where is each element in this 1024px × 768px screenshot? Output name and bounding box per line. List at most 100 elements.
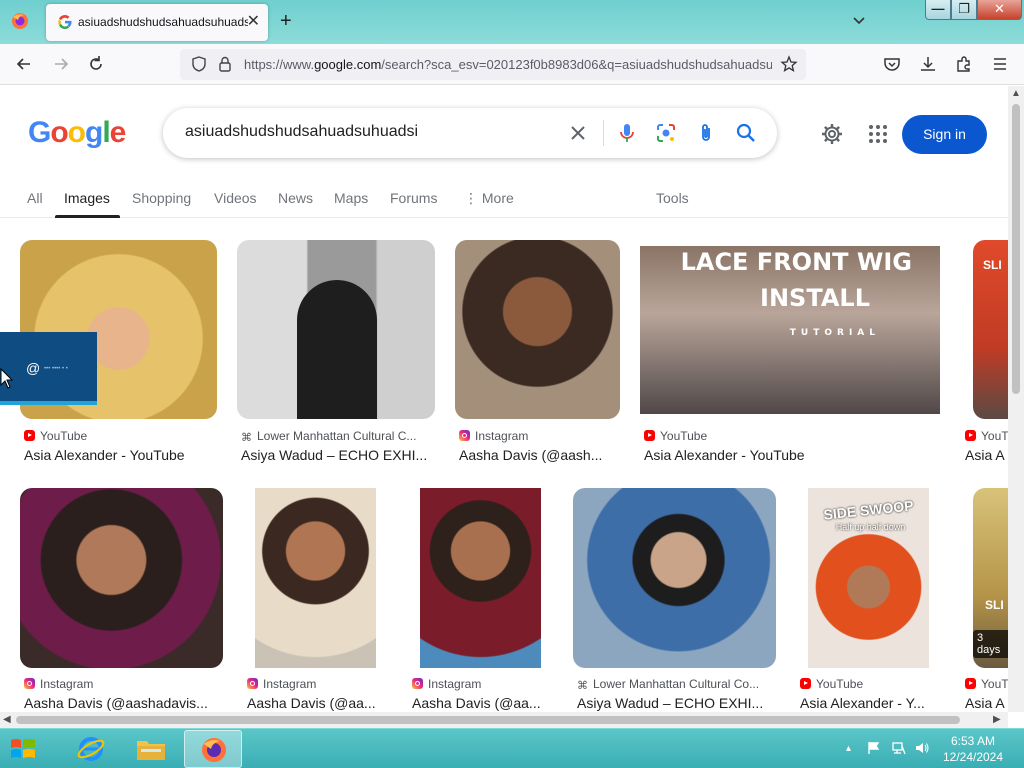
new-tab-button[interactable]: + [280, 10, 292, 32]
result-title[interactable]: Aasha Davis (@aa... [247, 695, 387, 711]
forward-arrow-icon[interactable] [51, 54, 71, 74]
result-title[interactable]: Asia Alexander - Y... [800, 695, 940, 711]
result-source[interactable]: Instagram [459, 429, 619, 443]
sign-in-button[interactable]: Sign in [902, 115, 987, 154]
result-thumbnail[interactable] [420, 488, 541, 668]
list-all-tabs-icon[interactable] [851, 12, 867, 28]
horizontal-scroll-thumb[interactable] [16, 716, 960, 724]
tab-all[interactable]: All [27, 190, 43, 206]
tools-button[interactable]: Tools [656, 190, 689, 206]
result-source[interactable]: ⌘ Lower Manhattan Cultural Co... [577, 677, 773, 691]
result-title[interactable]: Asia A [965, 695, 1008, 711]
google-apps-grid-icon[interactable] [866, 122, 890, 146]
result-source[interactable]: Instagram [412, 677, 552, 691]
settings-gear-icon[interactable] [820, 122, 844, 146]
action-center-flag-icon[interactable] [867, 741, 881, 755]
tracking-shield-icon[interactable] [190, 55, 208, 73]
result-title[interactable]: Asiya Wadud – ECHO EXHI... [577, 695, 773, 711]
taskbar-file-explorer[interactable] [122, 730, 180, 768]
tab-news[interactable]: News [278, 190, 313, 206]
window-minimize-button[interactable]: — [925, 0, 951, 20]
result-source[interactable]: ⌘ Lower Manhattan Cultural C... [241, 429, 435, 443]
network-icon[interactable] [892, 741, 906, 755]
result-title[interactable]: Asia Alexander - YouTube [24, 447, 217, 463]
tab-maps[interactable]: Maps [334, 190, 368, 206]
tab-forums[interactable]: Forums [390, 190, 437, 206]
result-title[interactable]: Asiya Wadud – ECHO EXHI... [241, 447, 435, 463]
browser-tab-active[interactable]: asiuadshudshudsahuadsuhuadsi - Google Se… [46, 4, 268, 41]
tab-more[interactable]: ⋮ More [464, 190, 514, 207]
result-title[interactable]: Aasha Davis (@aa... [412, 695, 552, 711]
windows-taskbar: ▴ 6:53 AM 12/24/2024 [0, 728, 1024, 768]
result-title[interactable]: Asia Alexander - YouTube [644, 447, 934, 463]
result-source[interactable]: YouTube [24, 429, 214, 443]
result-source[interactable]: Instagram [247, 677, 387, 691]
show-hidden-icons-icon[interactable]: ▴ [846, 743, 851, 755]
thumbnail-caption: Half up half down [835, 522, 906, 532]
source-name: Lower Manhattan Cultural Co... [593, 677, 760, 691]
address-bar[interactable]: https://www.google.com/search?sca_esv=02… [180, 49, 806, 80]
taskbar-firefox[interactable] [184, 730, 242, 768]
result-thumbnail[interactable] [455, 240, 620, 419]
horizontal-scrollbar[interactable]: ◀ ▶ [0, 712, 1008, 728]
result-thumbnail[interactable] [573, 488, 776, 668]
attach-file-icon[interactable] [694, 121, 718, 145]
result-source[interactable]: YouTube [800, 677, 940, 691]
tab-videos[interactable]: Videos [214, 190, 257, 206]
active-tab-indicator [55, 215, 120, 218]
result-source[interactable]: YouT [965, 677, 1008, 691]
scroll-up-arrow-icon[interactable]: ▲ [1011, 88, 1021, 100]
result-title[interactable]: Asia A [965, 447, 1008, 463]
vertical-scrollbar[interactable]: ▲ [1008, 86, 1024, 712]
clear-search-icon[interactable] [566, 121, 590, 145]
result-source[interactable]: YouT [965, 429, 1008, 443]
maximize-icon: ❐ [958, 1, 970, 16]
window-close-button[interactable]: ✕ [977, 0, 1022, 20]
result-source[interactable]: Instagram [24, 677, 220, 691]
search-divider [603, 120, 604, 146]
start-button-icon[interactable] [8, 734, 38, 764]
result-source[interactable]: YouTube [644, 429, 934, 443]
result-thumbnail[interactable]: SLI [973, 240, 1008, 419]
result-thumbnail[interactable] [237, 240, 435, 419]
firefox-view-icon[interactable] [10, 11, 30, 31]
downloads-icon[interactable] [918, 54, 938, 74]
result-title[interactable]: Aasha Davis (@aashadavis... [24, 695, 220, 711]
back-arrow-icon[interactable] [14, 54, 34, 74]
photo-subject [297, 280, 377, 419]
window-maximize-button[interactable]: ❐ [951, 0, 977, 20]
system-clock[interactable]: 6:53 AM 12/24/2024 [938, 733, 1008, 765]
url-path: /search?sca_esv=020123f0b8983d06&q=asiua… [381, 57, 772, 72]
scroll-right-arrow-icon[interactable]: ▶ [993, 714, 1001, 726]
tab-images[interactable]: Images [64, 190, 110, 206]
pocket-icon[interactable] [882, 54, 902, 74]
vertical-scroll-thumb[interactable] [1012, 104, 1020, 394]
clock-time: 6:53 AM [950, 734, 996, 748]
result-thumbnail[interactable] [20, 488, 223, 668]
result-thumbnail[interactable]: SLI 3 days [973, 488, 1008, 668]
result-thumbnail[interactable]: LACE FRONT WIG INSTALL TUTORIAL [640, 246, 940, 414]
lens-search-icon[interactable] [654, 121, 678, 145]
scroll-left-arrow-icon[interactable]: ◀ [3, 714, 11, 726]
logo-letter: G [28, 116, 51, 149]
result-title[interactable]: Aasha Davis (@aash... [459, 447, 619, 463]
source-name: YouTube [660, 429, 708, 443]
search-box[interactable]: asiuadshudshudsahuadsuhuadsi [163, 108, 777, 158]
result-thumbnail[interactable]: SIDE SWOOP Half up half down [808, 488, 929, 668]
reload-icon[interactable] [86, 54, 106, 74]
lock-icon[interactable] [217, 55, 233, 73]
result-thumbnail[interactable] [255, 488, 376, 668]
search-icon[interactable] [734, 121, 758, 145]
volume-icon[interactable] [915, 741, 929, 755]
search-input[interactable]: asiuadshudshudsahuadsuhuadsi [185, 123, 418, 141]
source-name: Instagram [263, 677, 317, 691]
google-logo[interactable]: Google [28, 116, 126, 150]
tab-shopping[interactable]: Shopping [132, 190, 191, 206]
extensions-icon[interactable] [954, 54, 974, 74]
taskbar-internet-explorer[interactable] [62, 730, 120, 768]
tab-close-button[interactable]: ✕ [247, 13, 260, 31]
overlay-popup[interactable]: @ ••• •••• • • [0, 332, 97, 405]
voice-search-icon[interactable] [615, 121, 639, 145]
menu-hamburger-icon[interactable] [990, 54, 1010, 74]
bookmark-star-icon[interactable] [780, 55, 798, 73]
